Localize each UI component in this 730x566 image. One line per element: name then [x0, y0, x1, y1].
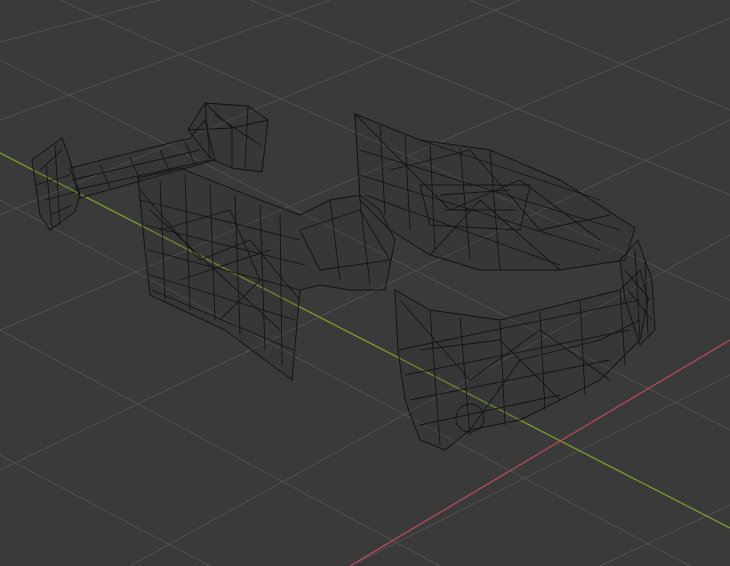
hood-mesh [354, 113, 636, 271]
3d-viewport[interactable] [0, 0, 730, 566]
side-panel-mesh [137, 167, 396, 381]
front-bumper-mesh [394, 269, 649, 451]
viewport-canvas[interactable] [0, 0, 730, 566]
